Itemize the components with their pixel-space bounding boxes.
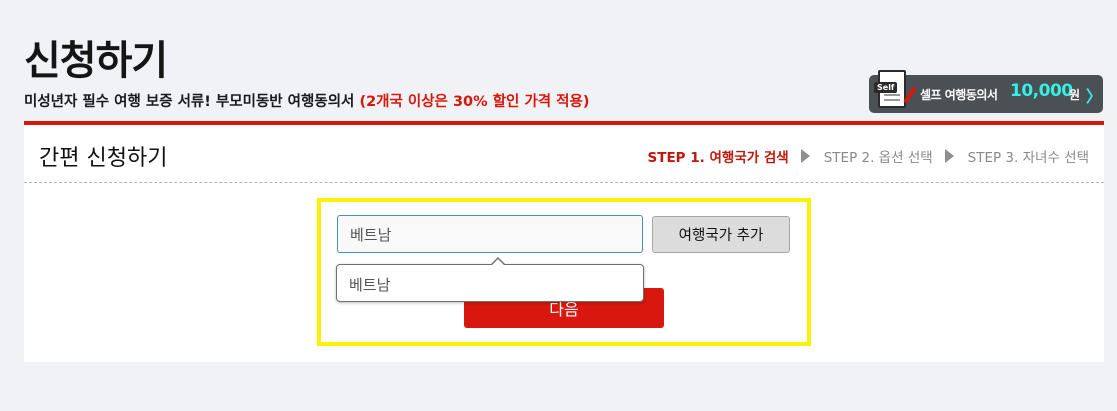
subtitle-text: 미성년자 필수 여행 보증 서류! 부모미동반 여행동의서: [24, 94, 360, 110]
self-consent-promo-button[interactable]: Self 셀프 여행동의서 10,000 원 〉: [869, 70, 1103, 113]
promo-price: 10,000: [1010, 81, 1073, 101]
add-country-button[interactable]: 여행국가 추가: [652, 216, 790, 253]
step-2-label: STEP 2. 옵션 선택: [823, 150, 933, 166]
step-indicator: STEP 1. 여행국가 검색 STEP 2. 옵션 선택 STEP 3. 자녀…: [648, 146, 1089, 166]
document-pen-icon: Self: [874, 70, 917, 108]
panel-header: 간편 신청하기 STEP 1. 여행국가 검색 STEP 2. 옵션 선택 ST…: [24, 125, 1104, 183]
autocomplete-suggestion[interactable]: 베트남: [336, 257, 644, 302]
country-search-input[interactable]: [337, 215, 643, 253]
step-1-label: STEP 1. 여행국가 검색: [647, 150, 789, 166]
section-title: 간편 신청하기: [39, 146, 168, 171]
page-title: 신청하기: [24, 38, 168, 84]
chevron-right-icon: 〉: [1086, 87, 1103, 106]
step-arrow-icon: [944, 149, 954, 163]
discount-note: (2개국 이상은 30% 할인 가격 적용): [359, 94, 590, 110]
promo-label: 셀프 여행동의서: [920, 88, 998, 102]
step-3-label: STEP 3. 자녀수 선택: [967, 150, 1089, 166]
suggestion-text: 베트남: [349, 276, 391, 294]
promo-currency-unit: 원: [1069, 88, 1081, 102]
page-subtitle: 미성년자 필수 여행 보증 서류! 부모미동반 여행동의서 (2개국 이상은 3…: [24, 90, 589, 111]
step-arrow-icon: [800, 149, 810, 163]
self-badge: Self: [874, 82, 898, 93]
